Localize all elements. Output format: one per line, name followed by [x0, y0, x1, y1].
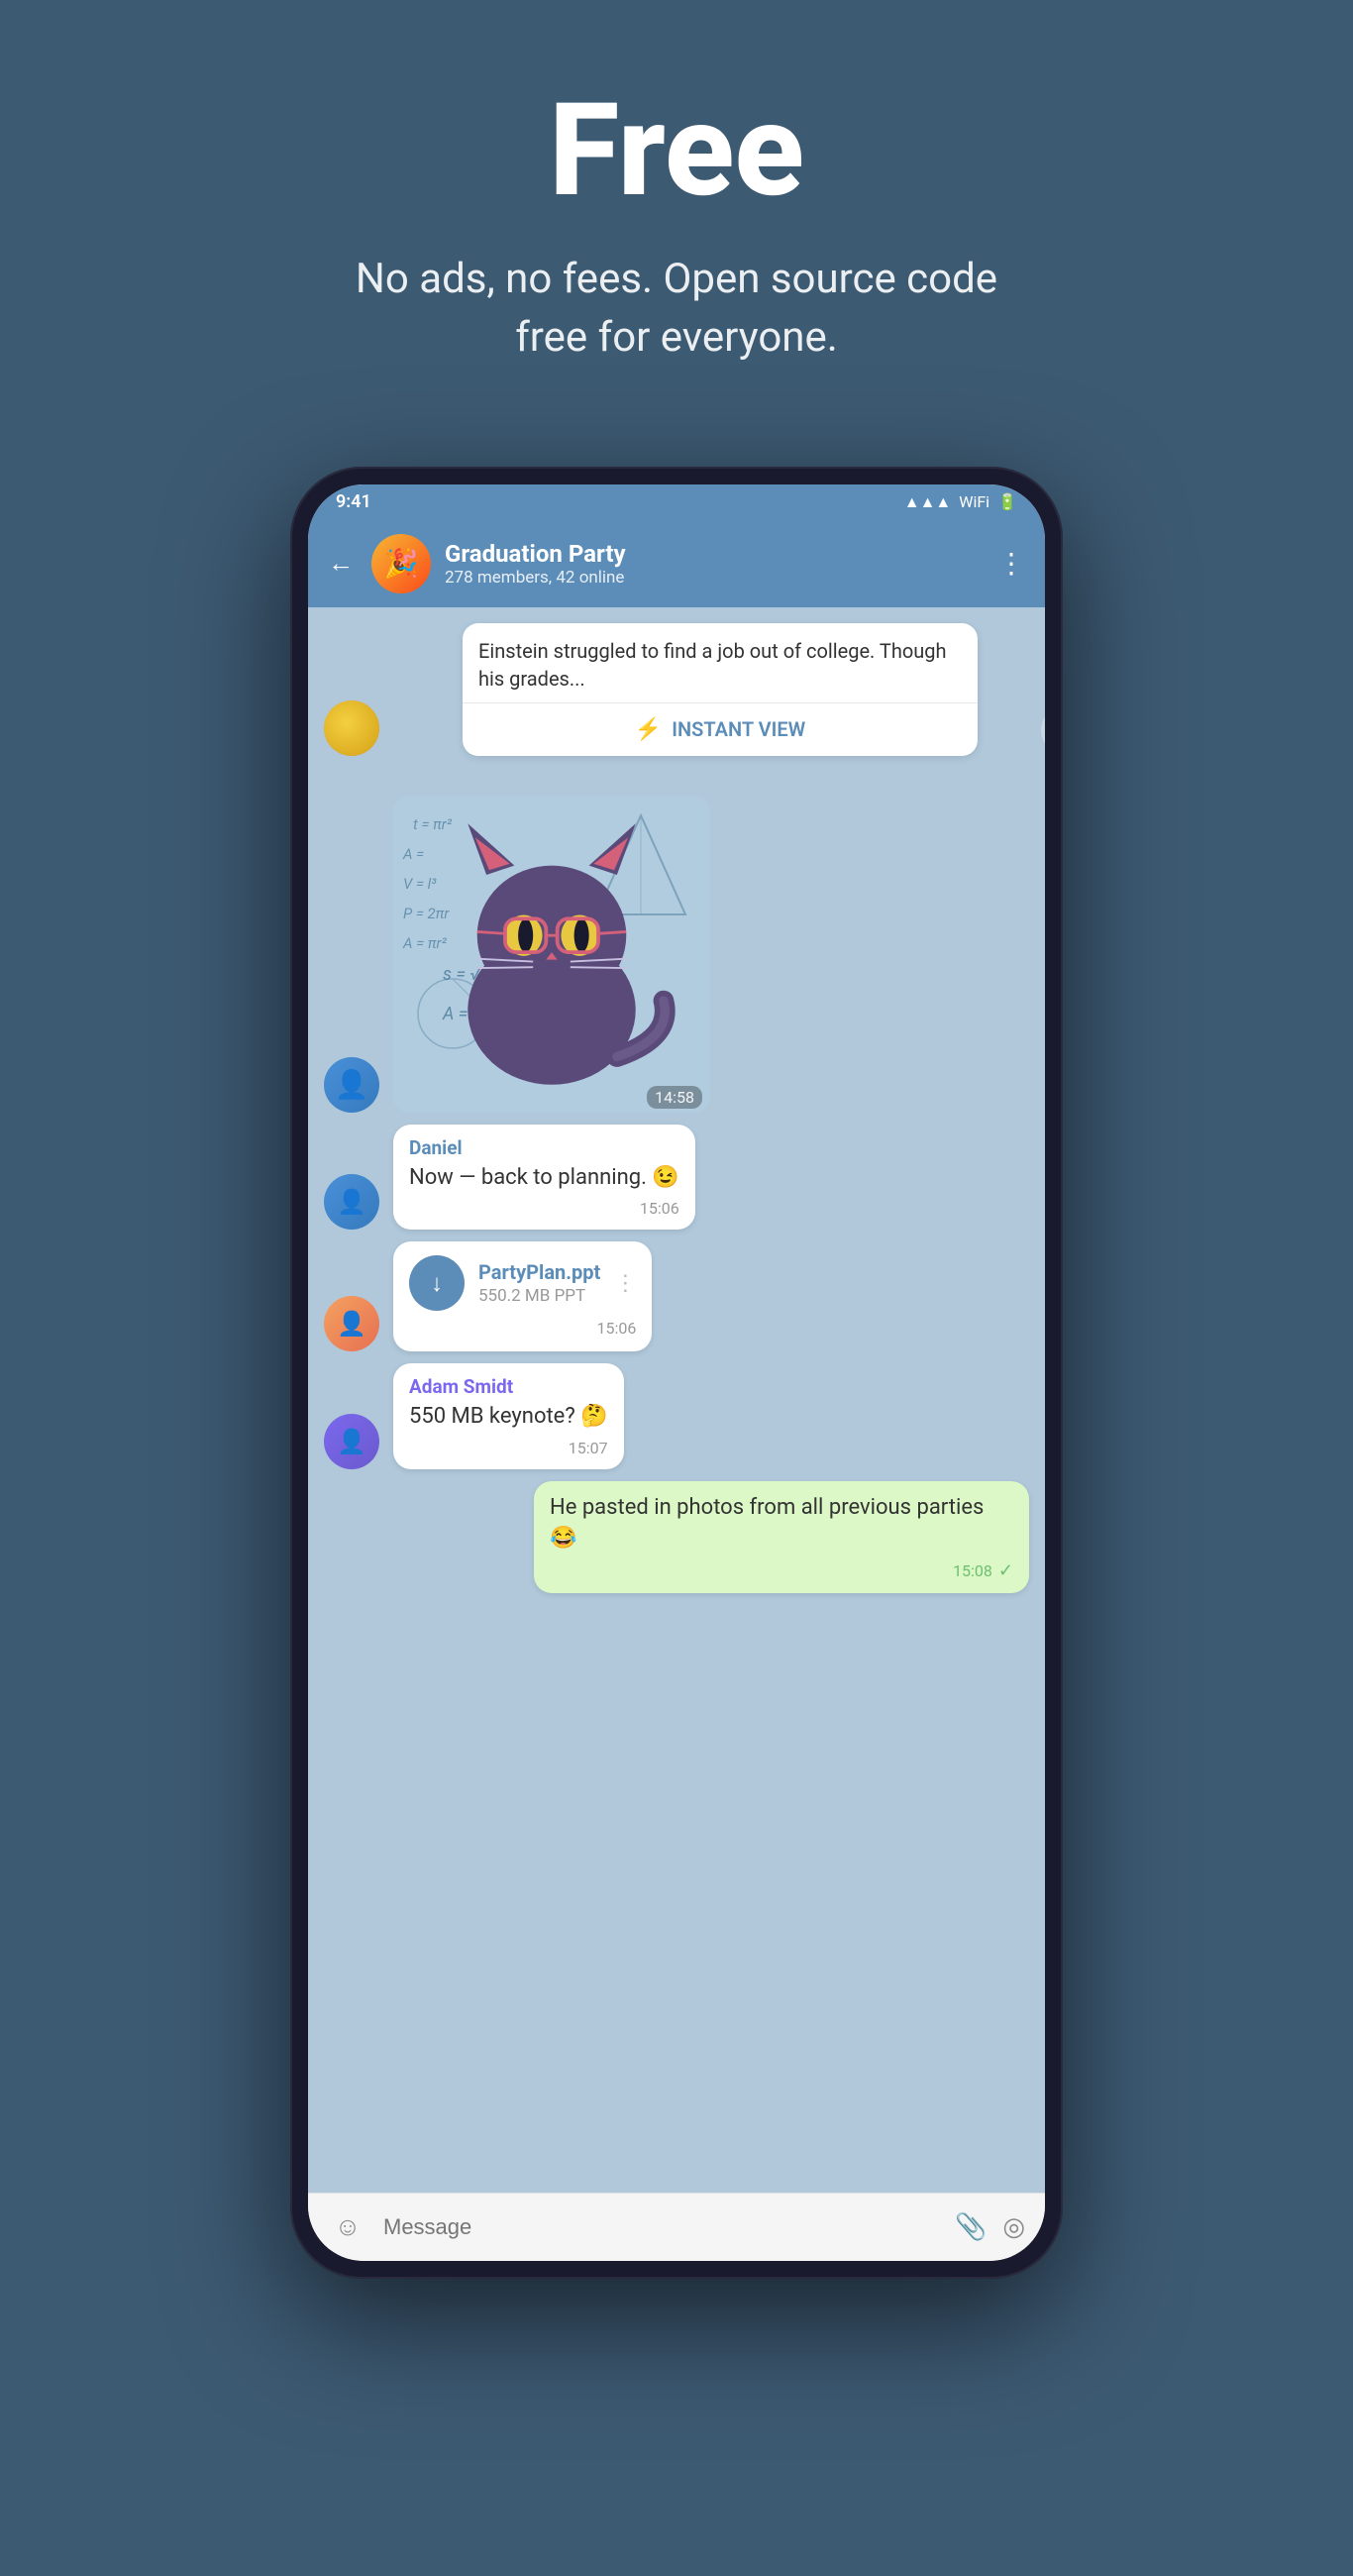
group-status: 278 members, 42 online — [445, 568, 984, 588]
file-message-row: 👤 ↓ PartyPlan.ppt 550.2 MB PPT ⋮ 15:06 — [324, 1241, 1029, 1351]
sticker-sender-avatar: 👤 — [324, 1057, 379, 1113]
battery-icon: 🔋 — [997, 492, 1017, 511]
instant-view-message: Einstein struggled to find a job out of … — [393, 623, 1029, 756]
own-meta: 15:08 ✓ — [550, 1560, 1013, 1581]
status-icons: ▲▲▲ WiFi 🔋 — [904, 492, 1017, 512]
chat-body: Einstein struggled to find a job out of … — [308, 607, 1045, 2193]
file-info: PartyPlan.ppt 550.2 MB PPT — [478, 1260, 600, 1306]
hero-subtitle: No ads, no fees. Open source code free f… — [330, 251, 1023, 368]
phone-inner: 9:41 ▲▲▲ WiFi 🔋 ← 🎉 Graduation Party 278… — [308, 484, 1045, 2261]
share-button[interactable]: ↗ — [1041, 704, 1045, 756]
adam-message-row: 👤 Adam Smidt 550 MB keynote? 🤔 15:07 — [324, 1363, 1029, 1469]
phone-mockup: 9:41 ▲▲▲ WiFi 🔋 ← 🎉 Graduation Party 278… — [290, 467, 1063, 2279]
header-menu-button[interactable]: ⋮ — [997, 547, 1025, 580]
instant-view-button[interactable]: ⚡ INSTANT VIEW — [463, 702, 978, 756]
adam-time: 15:07 — [569, 1439, 608, 1457]
sticker-message: 👤 t = πr² A = V = l³ P = 2πr A = πr² s =… — [393, 796, 710, 1113]
signal-icon: ▲▲▲ — [904, 492, 952, 512]
own-bubble: He pasted in photos from all previous pa… — [534, 1481, 1029, 1593]
file-download-button[interactable]: ↓ — [409, 1255, 465, 1311]
header-info: Graduation Party 278 members, 42 online — [445, 540, 984, 588]
emoji-button[interactable]: ☺ — [328, 2207, 367, 2247]
hero-section: Free No ads, no fees. Open source code f… — [290, 0, 1063, 427]
daniel-sender: Daniel — [409, 1136, 679, 1159]
file-bubble: ↓ PartyPlan.ppt 550.2 MB PPT ⋮ 15:06 — [393, 1241, 652, 1351]
group-name: Graduation Party — [445, 540, 984, 568]
iv-sender-avatar — [324, 700, 379, 756]
back-button[interactable]: ← — [328, 548, 354, 579]
adam-meta: 15:07 — [409, 1439, 608, 1457]
iv-avatar-img — [324, 700, 379, 756]
file-inner: ↓ PartyPlan.ppt 550.2 MB PPT ⋮ — [409, 1255, 636, 1311]
file-size: 550.2 MB PPT — [478, 1286, 600, 1306]
daniel-avatar: 👤 — [324, 1174, 379, 1230]
message-input[interactable] — [383, 2214, 939, 2240]
sticker-image: t = πr² A = V = l³ P = 2πr A = πr² s = √… — [393, 796, 710, 1113]
file-time: 15:06 — [409, 1319, 636, 1338]
group-avatar: 🎉 — [371, 534, 431, 593]
wifi-icon: WiFi — [959, 492, 989, 511]
file-name: PartyPlan.ppt — [478, 1260, 600, 1284]
iv-bubble: Einstein struggled to find a job out of … — [463, 623, 978, 756]
bolt-icon: ⚡ — [635, 717, 662, 742]
read-checkmark: ✓ — [998, 1560, 1013, 1581]
status-bar: 9:41 ▲▲▲ WiFi 🔋 — [308, 484, 1045, 520]
own-time: 15:08 — [953, 1561, 992, 1580]
file-sender-avatar: 👤 — [324, 1296, 379, 1351]
daniel-text: Now — back to planning. 😉 — [409, 1163, 679, 1194]
chat-header: ← 🎉 Graduation Party 278 members, 42 onl… — [308, 520, 1045, 607]
camera-button[interactable]: ◎ — [1002, 2212, 1025, 2242]
iv-text: Einstein struggled to find a job out of … — [463, 623, 978, 702]
daniel-time: 15:06 — [640, 1199, 679, 1218]
daniel-message-row: 👤 Daniel Now — back to planning. 😉 15:06 — [324, 1125, 1029, 1231]
sticker-time: 14:58 — [647, 1086, 702, 1109]
adam-text: 550 MB keynote? 🤔 — [409, 1402, 608, 1433]
adam-sender: Adam Smidt — [409, 1375, 608, 1398]
adam-avatar: 👤 — [324, 1414, 379, 1469]
status-time: 9:41 — [336, 491, 371, 512]
hero-title: Free — [330, 79, 1023, 221]
adam-bubble: Adam Smidt 550 MB keynote? 🤔 15:07 — [393, 1363, 624, 1469]
file-menu-button[interactable]: ⋮ — [614, 1271, 636, 1296]
attach-button[interactable]: 📎 — [955, 2212, 987, 2242]
daniel-meta: 15:06 — [409, 1199, 679, 1218]
own-message-row: He pasted in photos from all previous pa… — [324, 1481, 1029, 1593]
phone-outer: 9:41 ▲▲▲ WiFi 🔋 ← 🎉 Graduation Party 278… — [290, 467, 1063, 2279]
own-text: He pasted in photos from all previous pa… — [550, 1493, 1013, 1555]
iv-button-label: INSTANT VIEW — [672, 717, 805, 741]
input-bar: ☺ 📎 ◎ — [308, 2193, 1045, 2261]
daniel-bubble: Daniel Now — back to planning. 😉 15:06 — [393, 1125, 695, 1231]
